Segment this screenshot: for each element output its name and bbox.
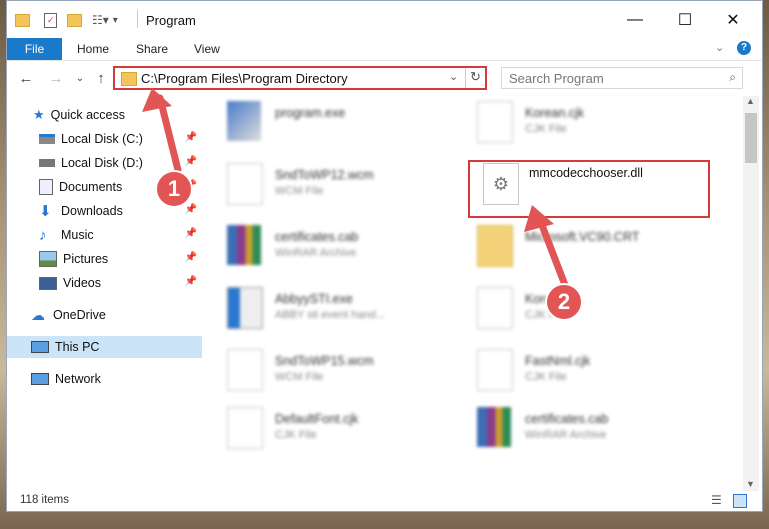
annotation-arrows xyxy=(142,88,569,289)
step-badge-1: 1 xyxy=(155,170,193,208)
arrow-2-head xyxy=(524,205,554,232)
step-badge-2: 2 xyxy=(545,283,583,321)
arrow-2-shaft xyxy=(536,216,569,289)
arrow-1-head xyxy=(142,88,172,112)
arrow-1-shaft xyxy=(156,94,182,174)
